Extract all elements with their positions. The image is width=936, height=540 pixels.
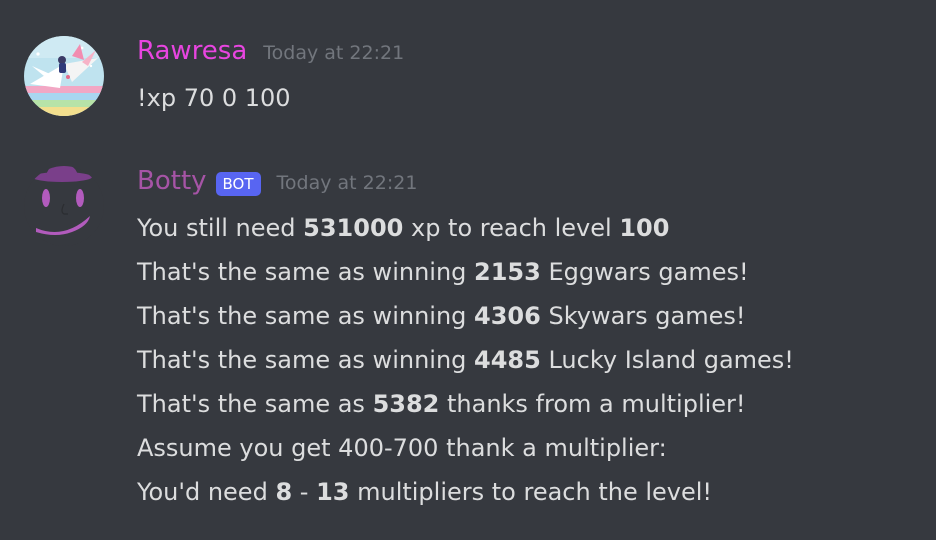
message-content: You still need 531000 xp to reach level …: [137, 206, 794, 514]
message-line: That's the same as winning 4306 Skywars …: [137, 302, 746, 330]
message-line: Assume you get 400-700 thank a multiplie…: [137, 434, 667, 462]
message-content: !xp 70 0 100: [137, 76, 291, 120]
bot-tag-badge: BOT: [215, 172, 261, 196]
chat-messages: Rawresa Today at 22:21 !xp 70 0 100 Bott…: [0, 0, 936, 540]
message-line: That's the same as 5382 thanks from a mu…: [137, 390, 746, 418]
message-header: Rawresa Today at 22:21: [137, 36, 404, 72]
username[interactable]: Rawresa: [137, 36, 247, 66]
message-text: !xp 70 0 100: [137, 84, 291, 112]
rawresa-avatar[interactable]: [24, 36, 104, 116]
timestamp: Today at 22:21: [276, 172, 418, 194]
username[interactable]: Botty: [137, 166, 207, 196]
paper-crane-avatar-icon: [24, 36, 104, 116]
timestamp: Today at 22:21: [263, 42, 405, 64]
hat-face-avatar-icon: [24, 166, 104, 246]
message-line: You'd need 8 - 13 multipliers to reach t…: [137, 478, 713, 506]
message-line: You still need 531000 xp to reach level …: [137, 214, 670, 242]
message-line: That's the same as winning 4485 Lucky Is…: [137, 346, 794, 374]
botty-avatar[interactable]: [24, 166, 104, 246]
message-line: That's the same as winning 2153 Eggwars …: [137, 258, 749, 286]
message-header: Botty BOT Today at 22:21: [137, 166, 417, 202]
